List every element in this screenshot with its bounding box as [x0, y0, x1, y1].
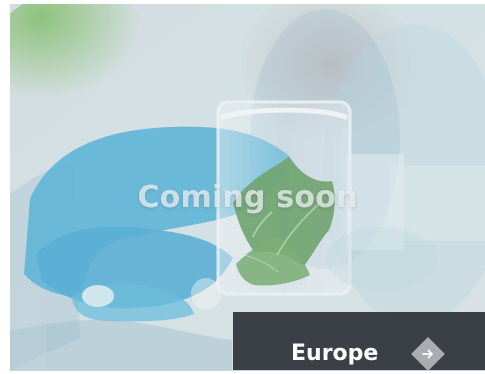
- region-bar[interactable]: Europe: [233, 312, 485, 370]
- page: Coming soon Europe: [0, 0, 485, 374]
- divider: [10, 370, 485, 371]
- coming-soon-text: Coming soon: [137, 180, 358, 215]
- region-card[interactable]: Coming soon Europe: [10, 4, 485, 370]
- arrow-right-icon: [422, 349, 433, 359]
- region-label: Europe: [291, 341, 379, 366]
- arrow-button[interactable]: [411, 337, 445, 370]
